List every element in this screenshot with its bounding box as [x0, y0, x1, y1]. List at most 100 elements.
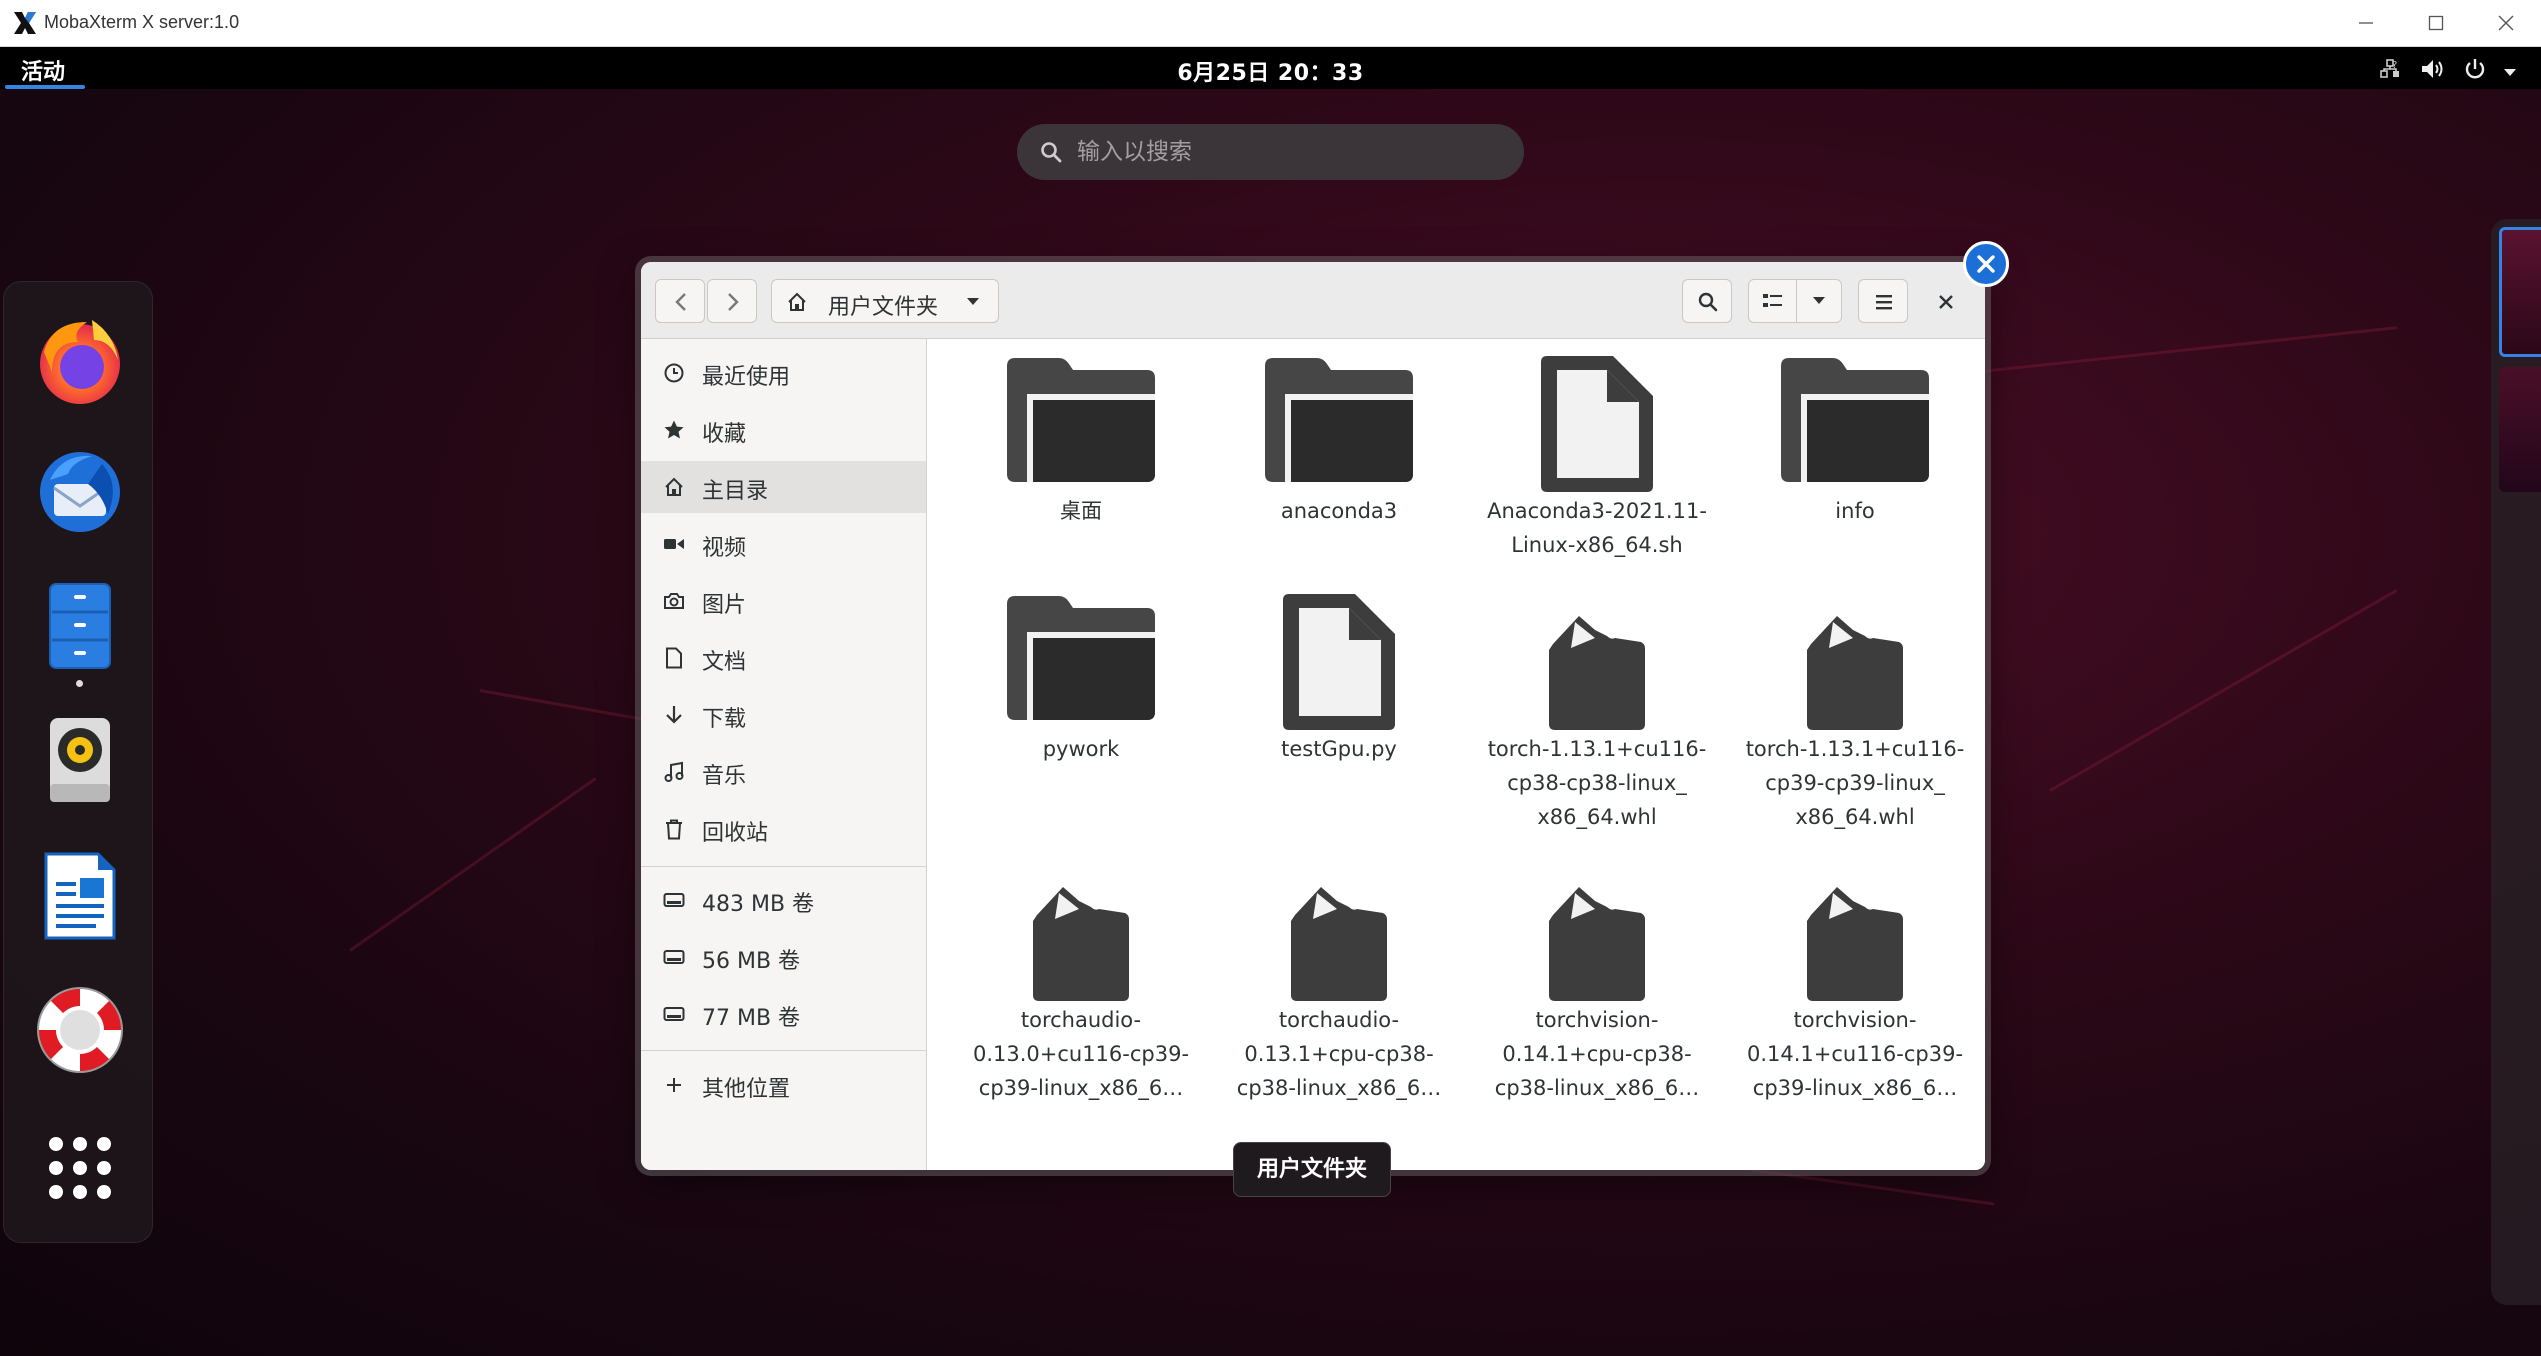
maximize-button[interactable]: [2401, 0, 2471, 47]
sidebar-item-pictures[interactable]: 图片: [641, 575, 926, 627]
sidebar-separator: [641, 866, 926, 867]
file-name: 0.13.0+cu116-cp39-: [972, 1042, 1190, 1066]
file-item-desktop[interactable]: 桌面: [971, 356, 1191, 586]
system-menu-arrow-icon[interactable]: [2503, 63, 2517, 82]
file-name: anaconda3: [1280, 499, 1398, 523]
file-grid: 桌面 anaconda3 Anaconda3-2021.11- Linux-x8…: [928, 339, 1985, 1170]
files-icon[interactable]: [32, 578, 128, 674]
file-name: Linux-x86_64.sh: [1511, 533, 1683, 557]
list-view-button[interactable]: [1749, 280, 1797, 322]
file-name: torch-1.13.1+cu116-: [1745, 737, 1965, 761]
menu-button[interactable]: [1858, 279, 1908, 323]
sidebar-item-home[interactable]: 主目录: [641, 461, 926, 513]
package-icon: [1291, 887, 1387, 1001]
file-name: x86_64.whl: [1795, 805, 1915, 829]
file-item-torchaudio-0130[interactable]: torchaudio- 0.13.0+cu116-cp39- cp39-linu…: [971, 885, 1191, 1115]
drive-icon: [663, 893, 685, 907]
file-item-torch-cp39[interactable]: torch-1.13.1+cu116- cp39-cp39-linux_ x86…: [1745, 614, 1965, 844]
sidebar-item-downloads[interactable]: 下载: [641, 689, 926, 741]
power-icon[interactable]: [2463, 57, 2487, 85]
volume-icon[interactable]: [2420, 57, 2446, 85]
file-name: 0.14.1+cpu-cp38-: [1502, 1042, 1692, 1066]
file-name: cp38-linux_x86_6…: [1236, 1076, 1442, 1100]
plus-icon: [667, 1078, 681, 1092]
star-icon: [664, 420, 684, 439]
help-icon[interactable]: [32, 982, 128, 1078]
show-apps-icon[interactable]: [32, 1120, 128, 1216]
path-bar-home[interactable]: 用户文件夹: [771, 279, 999, 323]
music-icon: [664, 761, 684, 782]
overview-search[interactable]: [1017, 124, 1524, 180]
file-name: cp38-linux_x86_6…: [1494, 1076, 1700, 1100]
file-item-torchvision-cpu[interactable]: torchvision- 0.14.1+cpu-cp38- cp38-linux…: [1487, 885, 1707, 1115]
file-item-pywork[interactable]: pywork: [971, 594, 1191, 824]
sidebar-item-documents[interactable]: 文档: [641, 632, 926, 684]
home-icon: [788, 292, 806, 311]
back-button[interactable]: [655, 279, 705, 323]
sidebar-item-trash[interactable]: 回收站: [641, 803, 926, 855]
file-item-anaconda-installer[interactable]: Anaconda3-2021.11- Linux-x86_64.sh: [1487, 356, 1707, 586]
file-item-torch-cp38[interactable]: torch-1.13.1+cu116- cp38-cp38-linux_ x86…: [1487, 614, 1707, 844]
file-item-torchaudio-0131[interactable]: torchaudio- 0.13.1+cpu-cp38- cp38-linux_…: [1229, 885, 1449, 1115]
sidebar-item-label: 483 MB 卷: [702, 892, 815, 917]
workspace-strip: [2491, 219, 2541, 1305]
sidebar-item-other-locations[interactable]: 其他位置: [641, 1059, 926, 1111]
workspace-thumbnail-1[interactable]: [2499, 227, 2541, 357]
gnome-top-bar: 活动 6月25日 20：33 ?: [0, 47, 2541, 89]
network-icon[interactable]: ?: [2378, 57, 2402, 85]
mobaxterm-logo-icon: [12, 10, 38, 36]
search-input[interactable]: [1077, 134, 1497, 170]
sidebar-item-recent[interactable]: 最近使用: [641, 347, 926, 399]
file-name: torchvision-: [1535, 1008, 1659, 1032]
sidebar-item-volume-77mb[interactable]: 77 MB 卷: [641, 988, 926, 1040]
folder-icon: [1265, 358, 1413, 482]
chevron-left-icon: [675, 293, 686, 311]
overview-close-window-button[interactable]: [1963, 241, 2009, 287]
sidebar-item-label: 图片: [702, 593, 747, 618]
forward-button[interactable]: [707, 279, 757, 323]
file-name: torchaudio-: [1278, 1008, 1400, 1032]
running-indicator: [76, 680, 83, 687]
clock-icon: [664, 363, 684, 383]
sidebar-item-label: 主目录: [702, 479, 769, 504]
sidebar-item-volume-483mb[interactable]: 483 MB 卷: [641, 874, 926, 926]
clock[interactable]: 6月25日 20：33: [0, 55, 2541, 87]
package-icon: [1033, 887, 1129, 1001]
close-button[interactable]: [1931, 287, 1961, 317]
window-title: MobaXterm X server:1.0: [44, 12, 240, 32]
folder-icon: [1781, 358, 1929, 482]
firefox-icon[interactable]: [32, 312, 128, 408]
sidebar-item-label: 其他位置: [702, 1077, 791, 1102]
package-icon: [1549, 616, 1645, 730]
camera-icon: [664, 593, 684, 609]
rhythmbox-icon[interactable]: [32, 712, 128, 808]
file-item-anaconda3[interactable]: anaconda3: [1229, 356, 1449, 586]
sidebar-item-starred[interactable]: 收藏: [641, 404, 926, 456]
file-name: torchaudio-: [1020, 1008, 1142, 1032]
view-options-button[interactable]: [1797, 280, 1841, 322]
mobaxterm-titlebar: MobaXterm X server:1.0: [0, 0, 2541, 47]
close-icon: [1939, 295, 1953, 309]
search-button[interactable]: [1682, 279, 1732, 323]
close-window-button[interactable]: [2471, 0, 2541, 47]
dock: [3, 281, 153, 1243]
thunderbird-icon[interactable]: [32, 444, 128, 540]
drive-icon: [663, 950, 685, 964]
sidebar-item-videos[interactable]: 视频: [641, 518, 926, 570]
sidebar-item-label: 77 MB 卷: [702, 1006, 801, 1031]
file-item-torchvision-cu116[interactable]: torchvision- 0.14.1+cu116-cp39- cp39-lin…: [1745, 885, 1965, 1115]
package-icon: [1807, 887, 1903, 1001]
libreoffice-writer-icon[interactable]: [32, 848, 128, 944]
view-toggle-group: [1748, 279, 1842, 323]
file-name: 0.14.1+cu116-cp39-: [1746, 1042, 1964, 1066]
file-name: Anaconda3-2021.11-: [1487, 499, 1707, 523]
workspace-thumbnail-2[interactable]: [2499, 367, 2541, 492]
file-item-testgpu[interactable]: testGpu.py: [1229, 594, 1449, 824]
sidebar-item-music[interactable]: 音乐: [641, 746, 926, 798]
sidebar-item-volume-56mb[interactable]: 56 MB 卷: [641, 931, 926, 983]
list-view-icon: [1763, 294, 1782, 307]
file-item-info[interactable]: info: [1745, 356, 1965, 586]
files-headerbar: 用户文件夹: [641, 262, 1985, 339]
document-icon: [666, 647, 682, 669]
minimize-button[interactable]: [2331, 0, 2401, 47]
